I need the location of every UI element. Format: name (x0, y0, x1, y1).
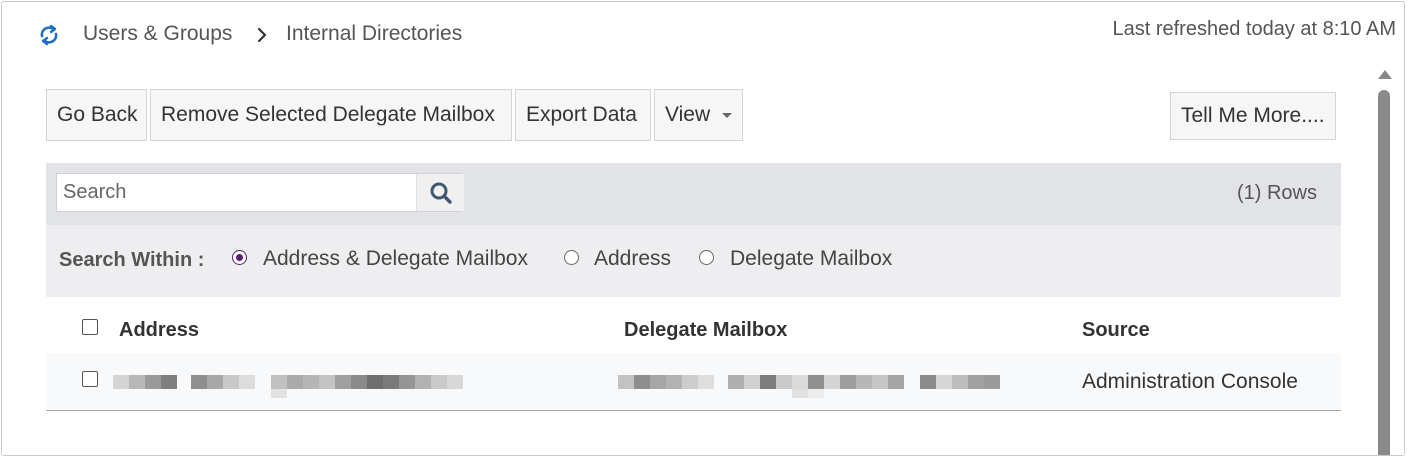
caret-down-icon (722, 112, 733, 118)
tell-me-more-label: Tell Me More.... (1181, 104, 1325, 127)
radio-address-and-delegate-label[interactable]: Address & Delegate Mailbox (263, 247, 528, 271)
cell-source: Administration Console (1082, 370, 1298, 393)
column-header-delegate-mailbox[interactable]: Delegate Mailbox (624, 319, 787, 342)
header-bar: Users & Groups Internal Directories Last… (0, 0, 1408, 60)
column-header-address[interactable]: Address (119, 319, 199, 342)
export-data-button[interactable]: Export Data (515, 89, 651, 141)
refresh-icon[interactable] (38, 24, 60, 46)
radio-delegate-mailbox-label[interactable]: Delegate Mailbox (730, 247, 892, 271)
last-refreshed-text: Last refreshed today at 8:10 AM (1112, 18, 1396, 40)
tell-me-more-button[interactable]: Tell Me More.... (1170, 92, 1336, 140)
radio-address-label[interactable]: Address (594, 247, 671, 271)
search-within-panel: Search Within : Address & Delegate Mailb… (46, 225, 1341, 297)
search-within-label: Search Within : (59, 249, 205, 271)
redacted-address (113, 375, 477, 398)
column-header-source[interactable]: Source (1082, 319, 1150, 342)
view-label: View (665, 103, 711, 126)
remove-delegate-button[interactable]: Remove Selected Delegate Mailbox (150, 89, 512, 141)
search-icon (430, 182, 452, 204)
search-box (56, 173, 464, 212)
select-all-checkbox[interactable] (82, 319, 98, 335)
remove-delegate-label: Remove Selected Delegate Mailbox (161, 103, 495, 126)
radio-delegate-mailbox[interactable] (699, 250, 714, 265)
scrollbar-thumb[interactable] (1378, 90, 1390, 455)
row-checkbox[interactable] (82, 371, 98, 387)
search-input[interactable] (57, 174, 425, 211)
chevron-right-icon (257, 27, 267, 43)
radio-address[interactable] (564, 250, 579, 265)
search-button[interactable] (416, 174, 464, 211)
go-back-button[interactable]: Go Back (46, 89, 147, 141)
view-dropdown-button[interactable]: View (654, 89, 743, 141)
search-panel: (1) Rows (46, 163, 1341, 225)
table-row[interactable]: Administration Console (46, 353, 1341, 411)
export-data-label: Export Data (526, 103, 637, 126)
go-back-label: Go Back (57, 103, 138, 126)
redacted-delegate-mailbox (618, 375, 1008, 398)
breadcrumb-internal-directories: Internal Directories (286, 22, 463, 45)
breadcrumb-users-groups[interactable]: Users & Groups (83, 22, 232, 46)
rows-count: (1) Rows (1236, 182, 1317, 204)
radio-address-and-delegate[interactable] (232, 250, 247, 265)
scroll-up-arrow-icon[interactable] (1378, 70, 1392, 79)
table-header: Address Delegate Mailbox Source (46, 305, 1341, 353)
